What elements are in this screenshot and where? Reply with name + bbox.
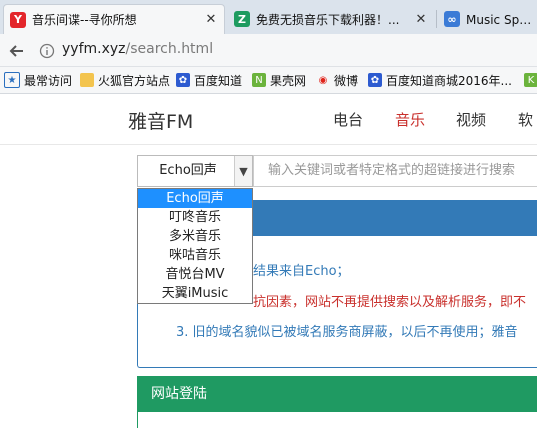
back-arrow-icon (9, 45, 23, 57)
login-panel-body (137, 412, 537, 428)
chevron-down-icon[interactable]: ▼ (234, 156, 252, 186)
tab-strip: Y 音乐间谍--寻你所想 ✕ Z 免费无损音乐下载利器！... ✕ ∞ Musi… (0, 0, 537, 35)
bookmark-weibo[interactable]: ◉ 微博 (316, 71, 358, 89)
info-icon (39, 43, 55, 59)
bookmark-guokr[interactable]: N 果壳网 (252, 71, 306, 89)
tab-music-spy[interactable]: Y 音乐间谍--寻你所想 ✕ (3, 4, 225, 34)
source-select-value: Echo回声 (159, 163, 217, 178)
nav-radio[interactable]: 电台 (333, 109, 363, 130)
bookmark-star-icon: ★ (4, 72, 20, 88)
site-header: 雅音FM 电台 音乐 视频 软 (0, 94, 537, 145)
link-favicon-icon: ∞ (444, 11, 460, 27)
search-input[interactable]: 输入关键词或者特定格式的超链接进行搜索 (253, 155, 537, 187)
green-k-icon: K (524, 73, 537, 87)
bookmark-label: 微博 (334, 73, 359, 88)
notice-line-3: 3. 旧的域名貌似已被域名服务商屏蔽，以后不再使用；雅音 (176, 325, 518, 340)
option-yinyuetai-mv[interactable]: 音悦台MV (138, 265, 252, 284)
weibo-icon: ◉ (318, 74, 328, 86)
tab-title: 音乐间谍--寻你所想 (32, 13, 137, 27)
yandex-favicon-icon: Y (10, 11, 26, 28)
option-migu[interactable]: 咪咕音乐 (138, 246, 252, 265)
login-panel-header: 网站登陆 (137, 376, 537, 412)
bookmark-overflow[interactable]: K (524, 71, 537, 89)
notice-line-1: 结果来自Echo； (253, 264, 350, 279)
tab-music-spy-2[interactable]: ∞ Music Spy_免 (438, 4, 537, 34)
source-dropdown-list: Echo回声 叮咚音乐 多米音乐 咪咕音乐 音悦台MV 天翼iMusic (137, 188, 253, 304)
bookmarks-bar: ★ 最常访问 火狐官方站点 ✿ 百度知道 N 果壳网 ◉ 微博 ✿ 百度知道商城… (0, 67, 537, 94)
notice-line-2: 抗因素，网站不再提供搜索以及解析服务，即不 (253, 295, 527, 310)
tab-title: 免费无损音乐下载利器！... (256, 12, 400, 27)
bookmark-baidu-mall[interactable]: ✿ 百度知道商城2016年... (368, 71, 512, 89)
guokr-icon: N (252, 73, 266, 87)
paw-icon: ✿ (368, 73, 382, 87)
bookmark-label: 果壳网 (270, 73, 307, 88)
close-tab-icon[interactable]: ✕ (412, 12, 430, 27)
folder-icon (80, 73, 94, 87)
tab-separator (436, 10, 437, 28)
nav-music[interactable]: 音乐 (395, 109, 425, 130)
option-echo[interactable]: Echo回声 (138, 189, 252, 208)
url-host: yyfm.xyz (62, 41, 126, 57)
address-bar[interactable]: yyfm.xyz/search.html (62, 41, 213, 57)
close-tab-icon[interactable]: ✕ (202, 12, 220, 27)
zhihu-favicon-icon: Z (234, 11, 250, 27)
url-path: /search.html (125, 41, 214, 57)
bookmark-label: 百度知道商城2016年... (386, 73, 512, 88)
back-button[interactable] (6, 40, 28, 62)
paw-icon: ✿ (176, 73, 190, 87)
nav-video[interactable]: 视频 (456, 109, 486, 130)
bookmark-label: 最常访问 (24, 73, 73, 88)
navigation-bar: yyfm.xyz/search.html (0, 34, 537, 67)
option-duomi[interactable]: 多米音乐 (138, 227, 252, 246)
bookmark-firefox-sites[interactable]: 火狐官方站点 (80, 71, 170, 89)
bookmark-baidu-zhidao[interactable]: ✿ 百度知道 (176, 71, 242, 89)
site-brand[interactable]: 雅音FM (128, 107, 193, 134)
bookmark-most-visited[interactable]: ★ 最常访问 (4, 71, 72, 89)
option-tianyi-imusic[interactable]: 天翼iMusic (138, 284, 252, 303)
site-info-button[interactable] (36, 40, 58, 62)
bookmark-label: 火狐官方站点 (98, 73, 171, 88)
nav-software[interactable]: 软 (518, 109, 533, 130)
tab-free-music-download[interactable]: Z 免费无损音乐下载利器！... ✕ (228, 4, 434, 34)
option-dingdong[interactable]: 叮咚音乐 (138, 208, 252, 227)
bookmark-label: 百度知道 (194, 73, 243, 88)
source-select[interactable]: Echo回声 ▼ (137, 155, 253, 187)
tab-title: Music Spy_免 (466, 12, 537, 27)
